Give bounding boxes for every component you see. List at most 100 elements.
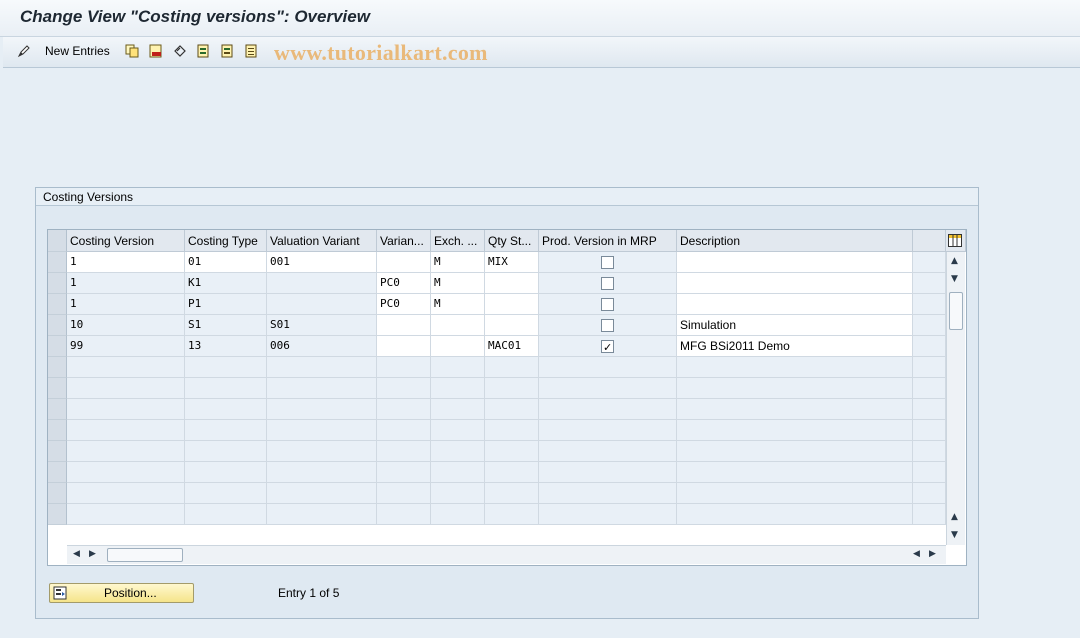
empty-cell[interactable]	[67, 357, 185, 378]
table-settings-button[interactable]	[946, 230, 966, 252]
empty-cell[interactable]	[377, 504, 431, 525]
cell-qty-st[interactable]	[485, 315, 539, 336]
empty-cell[interactable]	[377, 399, 431, 420]
empty-cell[interactable]	[913, 378, 946, 399]
empty-cell[interactable]	[913, 441, 946, 462]
undo-icon[interactable]	[173, 44, 187, 58]
empty-cell[interactable]	[677, 462, 913, 483]
cell-exch[interactable]: M	[431, 273, 485, 294]
empty-cell[interactable]	[913, 399, 946, 420]
row-selector[interactable]	[48, 462, 67, 483]
cell-costing-version[interactable]: 99	[67, 336, 185, 357]
empty-cell[interactable]	[431, 441, 485, 462]
cell-qty-st[interactable]	[485, 294, 539, 315]
empty-cell[interactable]	[377, 483, 431, 504]
empty-cell[interactable]	[913, 357, 946, 378]
empty-cell[interactable]	[539, 483, 677, 504]
empty-cell[interactable]	[67, 378, 185, 399]
empty-cell[interactable]	[913, 420, 946, 441]
deselect-all-icon[interactable]	[245, 44, 259, 58]
empty-cell[interactable]	[677, 504, 913, 525]
select-all-icon[interactable]	[197, 44, 211, 58]
cell-variant[interactable]	[377, 336, 431, 357]
prod-version-mrp-checkbox[interactable]	[601, 256, 614, 269]
empty-cell[interactable]	[485, 378, 539, 399]
prod-version-mrp-checkbox[interactable]	[601, 319, 614, 332]
horizontal-scrollbar[interactable]: ◀ ▶ ◀ ▶	[67, 545, 946, 564]
cell-description[interactable]: MFG BSi2011 Demo	[677, 336, 913, 357]
empty-cell[interactable]	[377, 378, 431, 399]
empty-cell[interactable]	[485, 420, 539, 441]
cell-exch[interactable]: M	[431, 252, 485, 273]
row-selector[interactable]	[48, 273, 67, 294]
cell-costing-type[interactable]: 13	[185, 336, 267, 357]
column-header-variant[interactable]: Varian...	[377, 230, 431, 252]
empty-cell[interactable]	[913, 462, 946, 483]
empty-cell[interactable]	[377, 420, 431, 441]
empty-cell[interactable]	[431, 378, 485, 399]
column-header-costing-version[interactable]: Costing Version	[67, 230, 185, 252]
empty-cell[interactable]	[185, 357, 267, 378]
empty-cell[interactable]	[913, 504, 946, 525]
empty-cell[interactable]	[377, 357, 431, 378]
cell-variant[interactable]	[377, 252, 431, 273]
scroll-page-down-icon[interactable]: ▼	[951, 530, 958, 540]
empty-cell[interactable]	[431, 420, 485, 441]
empty-cell[interactable]	[67, 441, 185, 462]
cell-qty-st[interactable]: MAC01	[485, 336, 539, 357]
row-selector[interactable]	[48, 420, 67, 441]
empty-cell[interactable]	[185, 420, 267, 441]
cell-description[interactable]	[677, 294, 913, 315]
cell-costing-type[interactable]: K1	[185, 273, 267, 294]
empty-cell[interactable]	[431, 399, 485, 420]
empty-cell[interactable]	[539, 420, 677, 441]
cell-valuation-variant[interactable]: S01	[267, 315, 377, 336]
cell-costing-version[interactable]: 10	[67, 315, 185, 336]
cell-costing-version[interactable]: 1	[67, 294, 185, 315]
empty-cell[interactable]	[267, 378, 377, 399]
cell-variant[interactable]	[377, 315, 431, 336]
empty-cell[interactable]	[185, 399, 267, 420]
empty-cell[interactable]	[267, 420, 377, 441]
cell-valuation-variant[interactable]: 006	[267, 336, 377, 357]
empty-cell[interactable]	[677, 441, 913, 462]
column-header-description[interactable]: Description	[677, 230, 913, 252]
empty-cell[interactable]	[267, 357, 377, 378]
empty-cell[interactable]	[267, 399, 377, 420]
empty-cell[interactable]	[185, 441, 267, 462]
row-selector[interactable]	[48, 357, 67, 378]
row-selector[interactable]	[48, 441, 67, 462]
empty-cell[interactable]	[431, 504, 485, 525]
delete-icon[interactable]	[149, 44, 163, 58]
cell-costing-type[interactable]: S1	[185, 315, 267, 336]
scroll-down-icon[interactable]: ▼	[951, 274, 958, 284]
scroll-up-icon[interactable]: ▲	[951, 256, 958, 266]
scroll-page-up-icon[interactable]: ▲	[951, 512, 958, 522]
column-header-qty-st[interactable]: Qty St...	[485, 230, 539, 252]
scroll-right-icon[interactable]: ▶	[89, 549, 96, 559]
copy-icon[interactable]	[125, 44, 139, 58]
row-selector[interactable]	[48, 294, 67, 315]
empty-cell[interactable]	[377, 462, 431, 483]
empty-cell[interactable]	[67, 504, 185, 525]
empty-cell[interactable]	[267, 504, 377, 525]
cell-valuation-variant[interactable]	[267, 294, 377, 315]
horizontal-scroll-thumb[interactable]	[107, 548, 183, 562]
cell-exch[interactable]: M	[431, 294, 485, 315]
empty-cell[interactable]	[67, 462, 185, 483]
scroll-far-left-icon[interactable]: ◀	[913, 549, 920, 559]
column-header-valuation-variant[interactable]: Valuation Variant	[267, 230, 377, 252]
empty-cell[interactable]	[485, 504, 539, 525]
row-selector[interactable]	[48, 378, 67, 399]
empty-cell[interactable]	[431, 357, 485, 378]
prod-version-mrp-checkbox[interactable]	[601, 338, 614, 356]
vertical-scrollbar[interactable]: ▲ ▼ ▲ ▼	[946, 252, 965, 545]
empty-cell[interactable]	[539, 378, 677, 399]
cell-costing-version[interactable]: 1	[67, 273, 185, 294]
empty-cell[interactable]	[485, 462, 539, 483]
empty-cell[interactable]	[913, 483, 946, 504]
empty-cell[interactable]	[677, 357, 913, 378]
column-header-prod-version-mrp[interactable]: Prod. Version in MRP	[539, 230, 677, 252]
empty-cell[interactable]	[485, 441, 539, 462]
cell-costing-type[interactable]: 01	[185, 252, 267, 273]
